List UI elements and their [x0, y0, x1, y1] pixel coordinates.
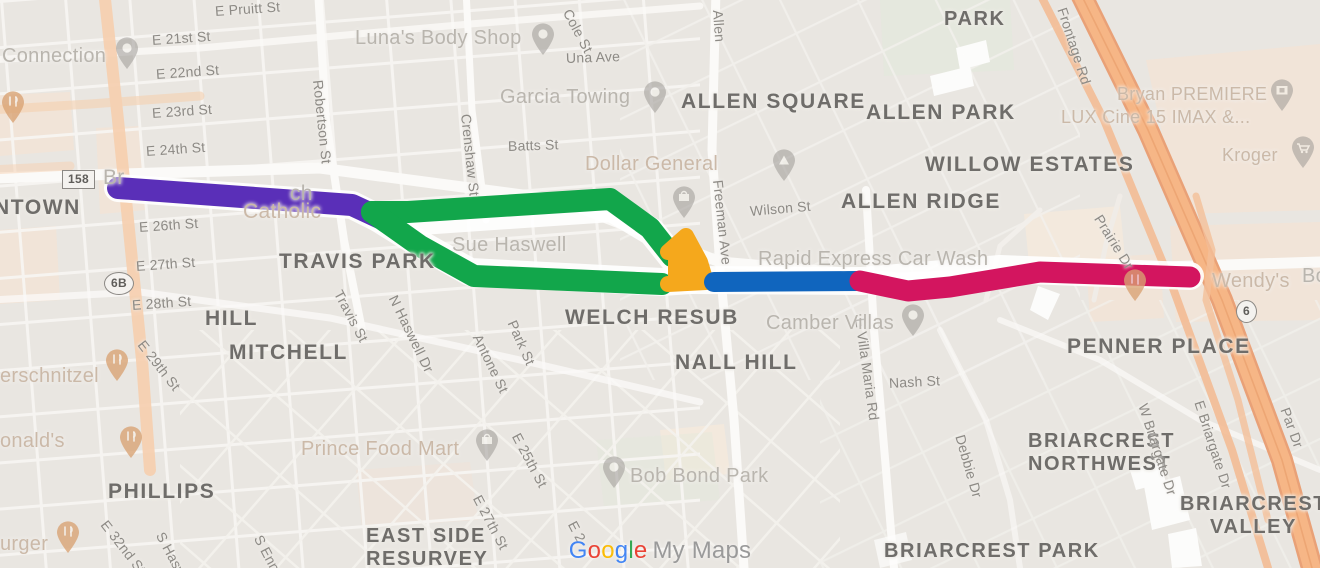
- route-segment-blue[interactable]: [704, 271, 870, 292]
- shield-158[interactable]: 158: [62, 170, 95, 189]
- pin-camber-icon[interactable]: [900, 303, 926, 337]
- my-maps-text: My Maps: [652, 537, 752, 564]
- google-logo-letter-2: o: [601, 537, 615, 564]
- pin-restaurant-3-icon[interactable]: [118, 425, 144, 459]
- pin-premiere-icon[interactable]: [1269, 78, 1295, 112]
- google-logo: Google: [569, 537, 648, 564]
- pin-connection-icon[interactable]: [114, 36, 140, 70]
- google-logo-letter-5: e: [633, 537, 648, 564]
- google-my-maps-watermark: Google My Maps: [0, 537, 1320, 565]
- google-logo-letter-3: g: [614, 537, 629, 564]
- map-canvas[interactable]: 158 6B 6 PARK ALLEN SQUARE ALLEN PARK WILLOW …: [0, 0, 1320, 568]
- shield-6b[interactable]: 6B: [104, 272, 134, 295]
- pin-lunas-icon[interactable]: [530, 22, 556, 56]
- google-logo-letter-0: G: [568, 537, 588, 564]
- pin-prince-icon[interactable]: [474, 428, 500, 462]
- google-logo-letter-1: o: [587, 537, 602, 564]
- pin-dollar-icon[interactable]: [671, 185, 697, 219]
- pin-restaurant-2-icon[interactable]: [104, 348, 130, 382]
- route-segment-orange[interactable]: [660, 228, 714, 292]
- pin-park-alert-icon[interactable]: [771, 148, 797, 182]
- pin-kroger-icon[interactable]: [1290, 135, 1316, 169]
- pin-restaurant-1-icon[interactable]: [0, 90, 26, 124]
- shield-6[interactable]: 6: [1236, 300, 1257, 323]
- pin-bobbond-icon[interactable]: [601, 455, 627, 489]
- pin-wendys-icon[interactable]: [1122, 268, 1148, 302]
- pin-garcia-icon[interactable]: [642, 80, 668, 114]
